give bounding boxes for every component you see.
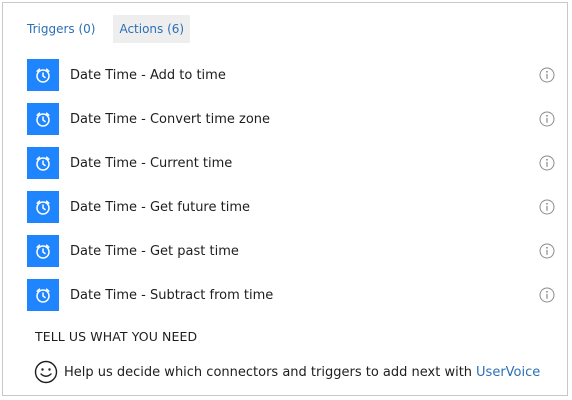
smiley-icon xyxy=(33,359,59,385)
action-item-subtract-from-time[interactable]: Date Time - Subtract from time xyxy=(27,273,559,317)
alarm-clock-icon xyxy=(27,235,59,267)
action-label: Date Time - Get past time xyxy=(70,243,239,259)
tab-triggers[interactable]: Triggers (0) xyxy=(21,15,101,43)
action-item-get-past-time[interactable]: Date Time - Get past time xyxy=(27,229,559,273)
info-icon[interactable] xyxy=(539,155,555,171)
need-heading: TELL US WHAT YOU NEED xyxy=(35,329,198,344)
actions-list: Date Time - Add to time Date Time - Conv… xyxy=(27,53,559,317)
alarm-clock-icon xyxy=(27,191,59,223)
feedback-row: Help us decide which connectors and trig… xyxy=(33,359,540,385)
alarm-clock-icon xyxy=(27,103,59,135)
action-label: Date Time - Get future time xyxy=(70,199,250,215)
feedback-message: Help us decide which connectors and trig… xyxy=(64,364,473,380)
info-icon[interactable] xyxy=(539,287,555,303)
info-icon[interactable] xyxy=(539,67,555,83)
alarm-clock-icon xyxy=(27,59,59,91)
alarm-clock-icon xyxy=(27,279,59,311)
action-item-add-to-time[interactable]: Date Time - Add to time xyxy=(27,53,559,97)
tab-bar: Triggers (0) Actions (6) xyxy=(21,15,191,43)
info-icon[interactable] xyxy=(539,243,555,259)
action-label: Date Time - Convert time zone xyxy=(70,111,271,127)
connector-actions-panel: Triggers (0) Actions (6) Date Time - Add… xyxy=(2,2,568,396)
action-label: Date Time - Subtract from time xyxy=(70,287,274,303)
action-label: Date Time - Current time xyxy=(70,155,233,171)
info-icon[interactable] xyxy=(539,199,555,215)
uservoice-link[interactable]: UserVoice xyxy=(476,365,540,380)
action-item-current-time[interactable]: Date Time - Current time xyxy=(27,141,559,185)
tab-actions[interactable]: Actions (6) xyxy=(113,15,191,43)
action-item-convert-time-zone[interactable]: Date Time - Convert time zone xyxy=(27,97,559,141)
action-item-get-future-time[interactable]: Date Time - Get future time xyxy=(27,185,559,229)
alarm-clock-icon xyxy=(27,147,59,179)
action-label: Date Time - Add to time xyxy=(70,67,226,83)
info-icon[interactable] xyxy=(539,111,555,127)
